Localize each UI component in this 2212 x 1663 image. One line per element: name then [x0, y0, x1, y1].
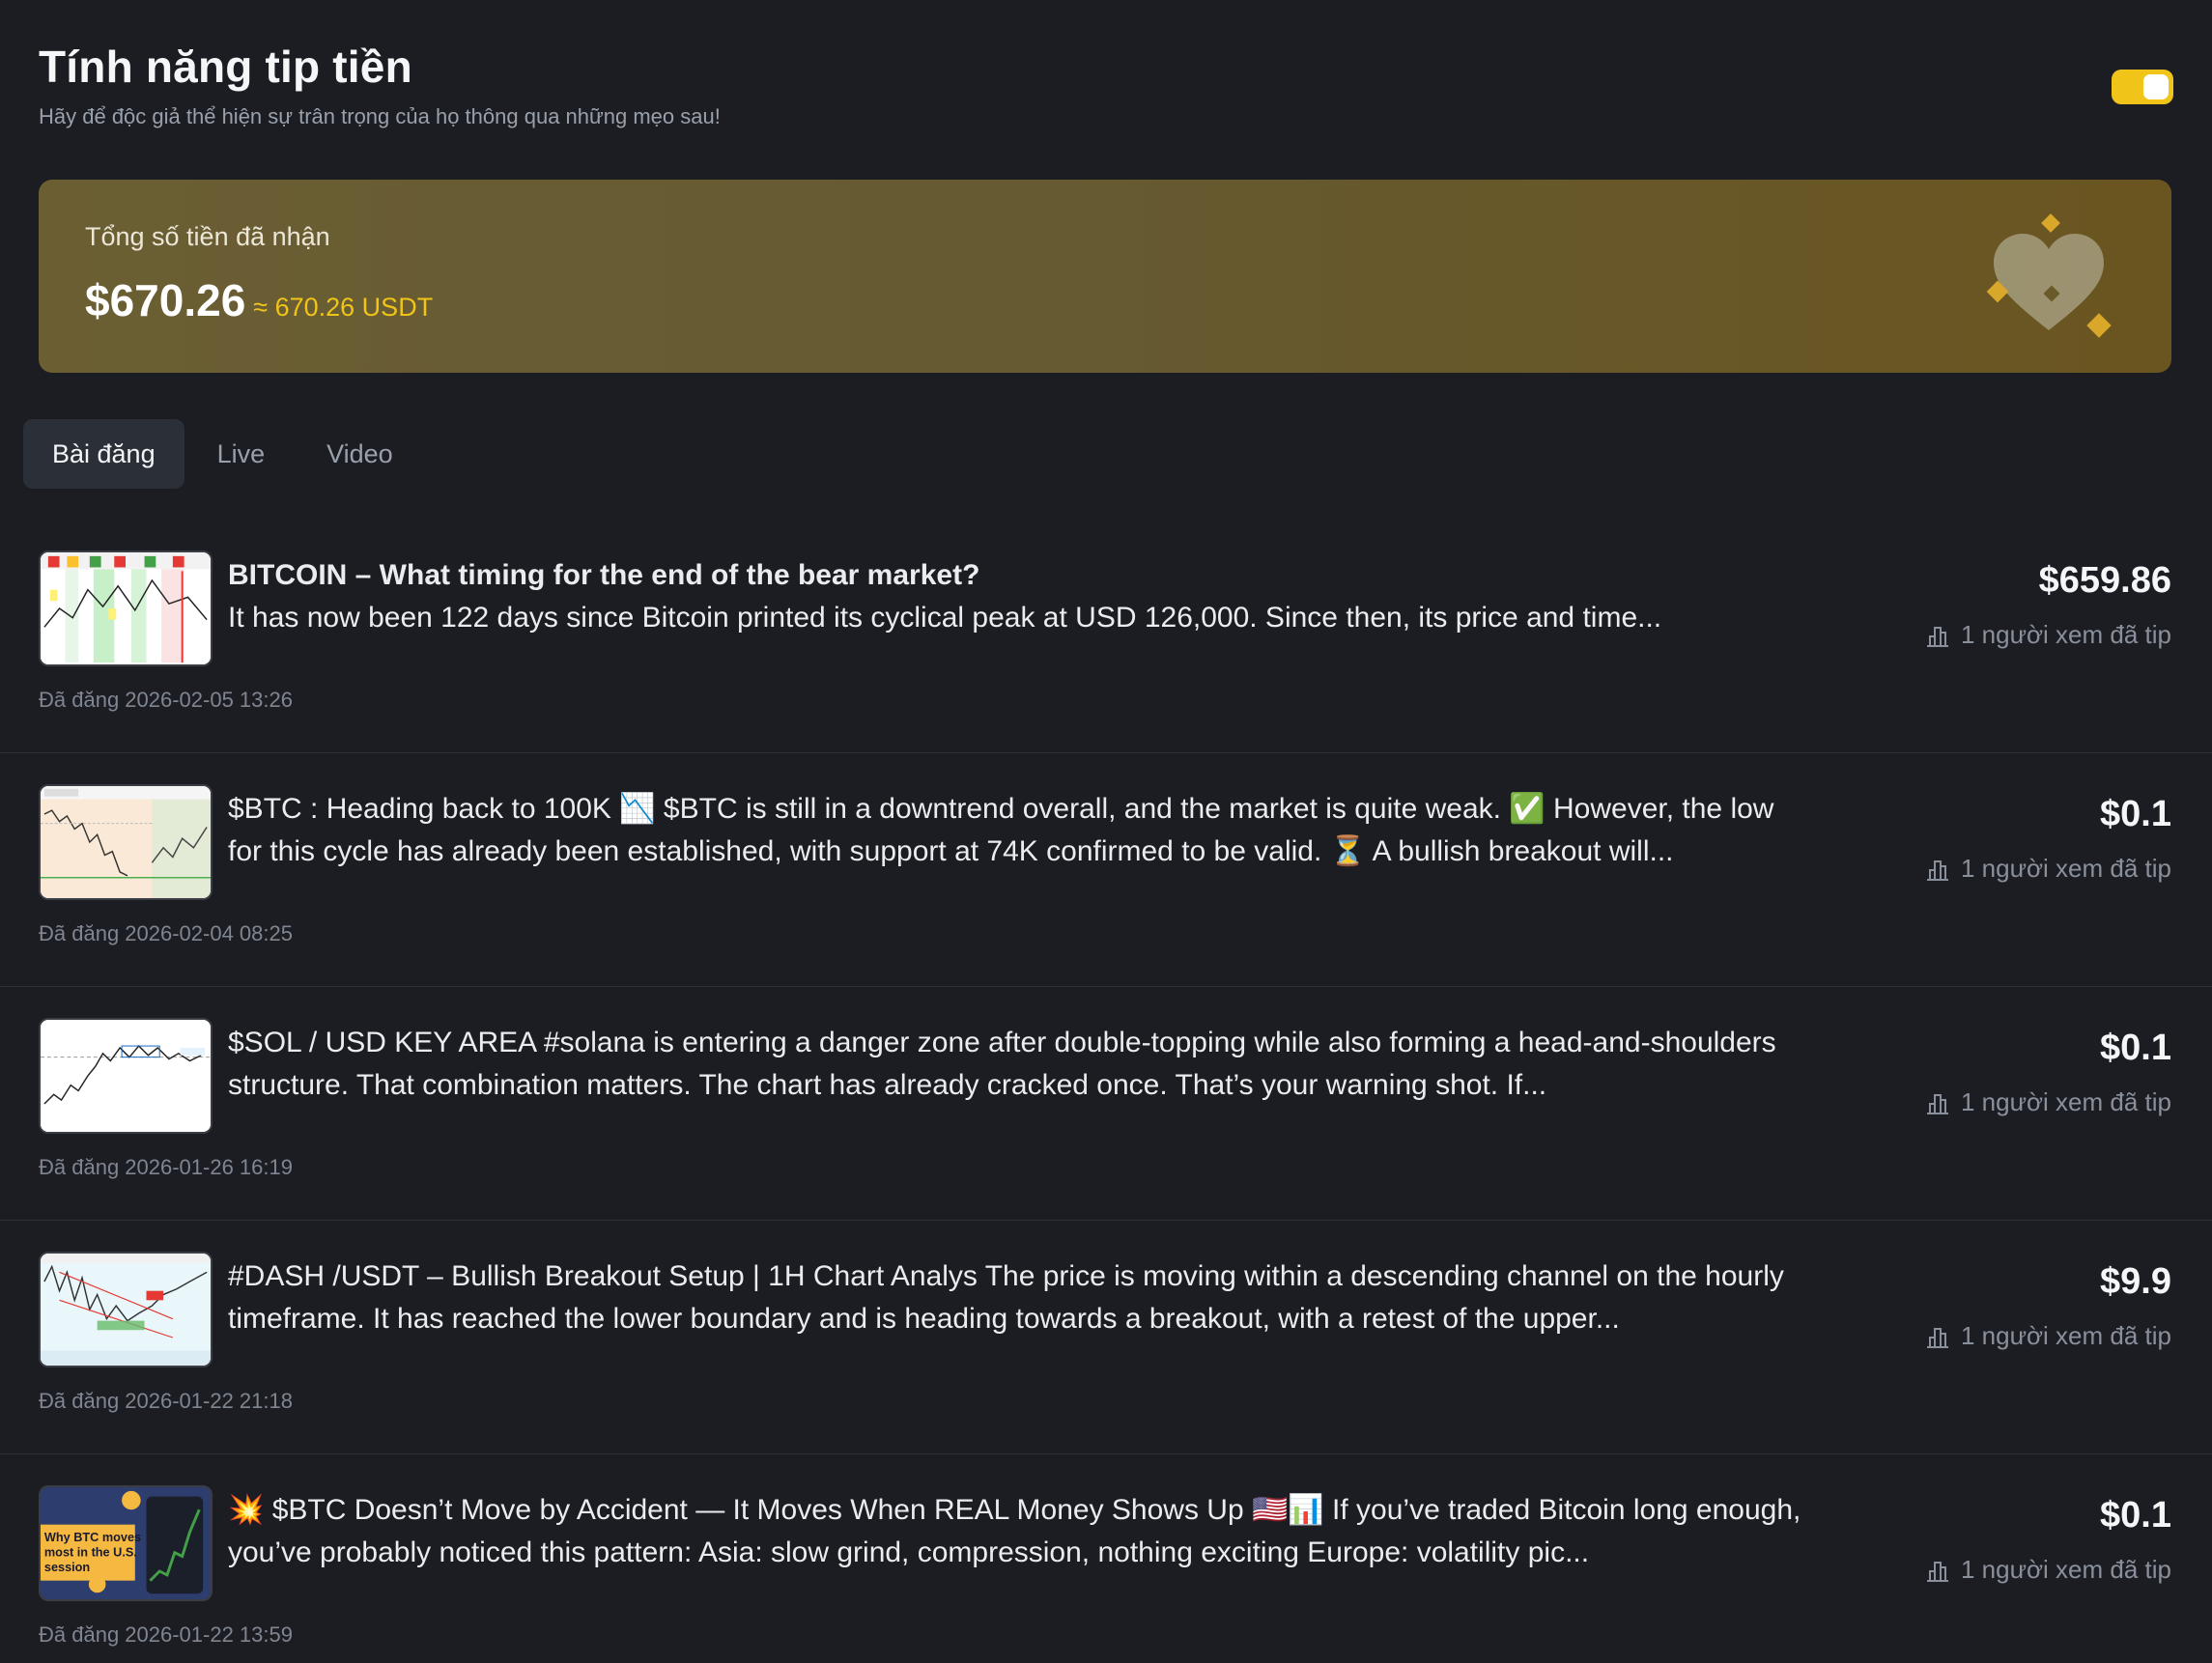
- post-row[interactable]: $SOL / USD KEY AREA #solana is entering …: [0, 987, 2212, 1221]
- tip-amount: $659.86: [2038, 560, 2171, 601]
- post-thumbnail[interactable]: Why BTC moves most in the U.S. session: [39, 1485, 213, 1601]
- post-text: 💥 $BTC Doesn’t Move by Accident — It Mov…: [228, 1489, 1812, 1574]
- page-subtitle: Hãy để độc giả thể hiện sự trân trọng củ…: [39, 104, 721, 128]
- post-row[interactable]: #DASH /USDT – Bullish Breakout Setup | 1…: [0, 1221, 2212, 1454]
- post-body: 💥 $BTC Doesn’t Move by Accident — It Mov…: [228, 1494, 1801, 1568]
- content-tabs: Bài đăng Live Video: [23, 419, 422, 489]
- tip-count-label: 1 người xem đã tip: [1960, 620, 2171, 649]
- tip-amount: $9.9: [2100, 1261, 2171, 1302]
- bar-chart-icon: [1926, 1327, 1948, 1348]
- tip-count: 1 người xem đã tip: [1924, 620, 2171, 650]
- tip-count-label: 1 người xem đã tip: [1960, 1321, 2171, 1350]
- svg-text:session: session: [44, 1561, 90, 1574]
- tip-count-label: 1 người xem đã tip: [1960, 854, 2171, 883]
- bar-chart-icon: [1926, 1093, 1948, 1114]
- page-title: Tính năng tip tiền: [39, 42, 412, 92]
- post-text: $SOL / USD KEY AREA #solana is entering …: [228, 1022, 1812, 1107]
- tip-amount: $0.1: [2100, 794, 2171, 834]
- tip-count-label: 1 người xem đã tip: [1960, 1087, 2171, 1116]
- heart-sparkle-icon: [1986, 213, 2112, 338]
- post-thumbnail[interactable]: [39, 550, 213, 666]
- tip-count: 1 người xem đã tip: [1924, 854, 2171, 884]
- tip-count-label: 1 người xem đã tip: [1960, 1555, 2171, 1584]
- bar-chart-icon: [1926, 626, 1948, 647]
- total-received-amount: $670.26 ≈ 670.26 USDT: [85, 274, 433, 326]
- post-body: It has now been 122 days since Bitcoin p…: [228, 602, 1662, 634]
- post-text: $BTC : Heading back to 100K 📉 $BTC is st…: [228, 788, 1812, 873]
- post-thumbnail[interactable]: [39, 1252, 213, 1367]
- total-amount-usdt: ≈ 670.26 USDT: [253, 293, 434, 322]
- total-received-label: Tổng số tiền đã nhận: [85, 222, 330, 251]
- svg-text:most in the U.S.: most in the U.S.: [44, 1546, 137, 1560]
- post-body: #DASH /USDT – Bullish Breakout Setup | 1…: [228, 1260, 1784, 1335]
- thumbnail-caption: Why BTC moves: [44, 1531, 141, 1544]
- toggle-knob: [2143, 74, 2169, 99]
- tip-count: 1 người xem đã tip: [1924, 1087, 2171, 1117]
- post-date: Đã đăng 2026-01-22 13:59: [39, 1622, 293, 1647]
- post-thumbnail[interactable]: [39, 1018, 213, 1134]
- post-date: Đã đăng 2026-02-04 08:25: [39, 921, 293, 945]
- post-title: BITCOIN – What timing for the end of the…: [228, 559, 980, 591]
- total-received-banner: Tổng số tiền đã nhận $670.26 ≈ 670.26 US…: [39, 180, 2171, 373]
- tab-posts[interactable]: Bài đăng: [23, 419, 184, 489]
- tip-amount: $0.1: [2100, 1028, 2171, 1068]
- header: Tính năng tip tiền Hãy để độc giả thể hi…: [39, 41, 2173, 129]
- tab-live[interactable]: Live: [188, 419, 295, 489]
- tab-video[interactable]: Video: [298, 419, 422, 489]
- tip-count: 1 người xem đã tip: [1924, 1321, 2171, 1351]
- tip-feature-toggle[interactable]: [2112, 70, 2173, 104]
- bar-chart-icon: [1926, 860, 1948, 881]
- tip-feature-page: Tính năng tip tiền Hãy để độc giả thể hi…: [0, 0, 2212, 1663]
- post-body: $SOL / USD KEY AREA #solana is entering …: [228, 1027, 1776, 1101]
- post-body: $BTC : Heading back to 100K 📉 $BTC is st…: [228, 793, 1774, 867]
- post-date: Đã đăng 2026-01-22 21:18: [39, 1389, 293, 1413]
- post-date: Đã đăng 2026-01-26 16:19: [39, 1155, 293, 1179]
- post-date: Đã đăng 2026-02-05 13:26: [39, 688, 293, 712]
- post-row[interactable]: Why BTC moves most in the U.S. session 💥…: [0, 1454, 2212, 1663]
- tip-count: 1 người xem đã tip: [1924, 1555, 2171, 1585]
- tip-amount: $0.1: [2100, 1495, 2171, 1536]
- post-text: #DASH /USDT – Bullish Breakout Setup | 1…: [228, 1255, 1812, 1340]
- post-row[interactable]: $BTC : Heading back to 100K 📉 $BTC is st…: [0, 753, 2212, 987]
- post-text: BITCOIN – What timing for the end of the…: [228, 554, 1812, 639]
- post-thumbnail[interactable]: [39, 784, 213, 900]
- bar-chart-icon: [1926, 1561, 1948, 1582]
- post-row[interactable]: BITCOIN – What timing for the end of the…: [0, 520, 2212, 753]
- tipped-posts-list: BITCOIN – What timing for the end of the…: [0, 520, 2212, 1663]
- total-amount-usd: $670.26: [85, 275, 246, 325]
